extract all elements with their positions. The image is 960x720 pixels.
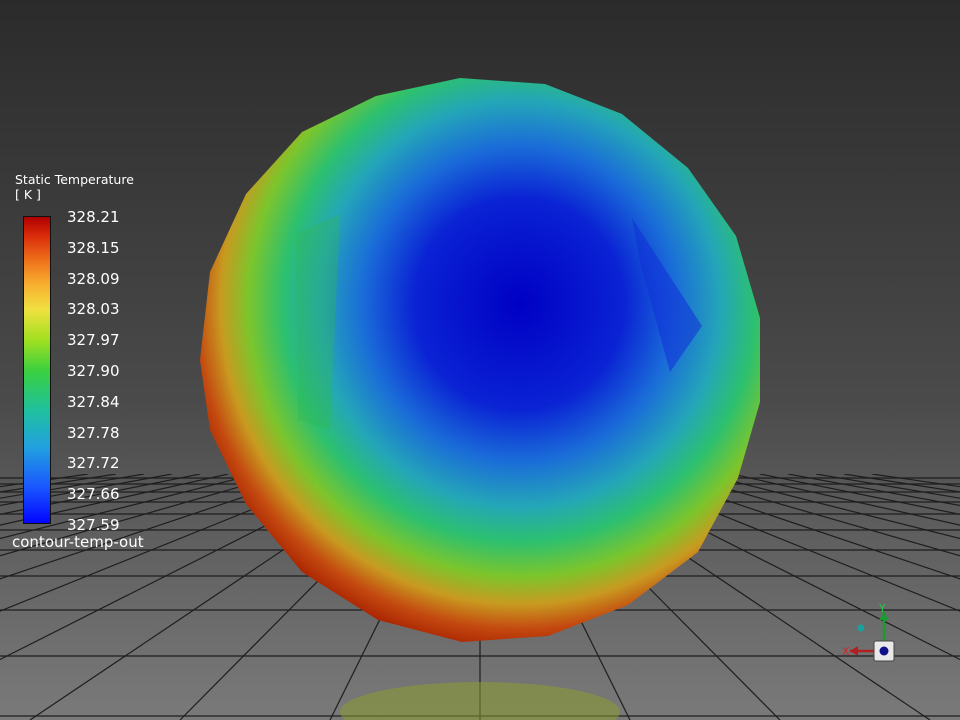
triad-y-label: Y [878, 602, 886, 615]
axis-triad-icon[interactable]: Y X [838, 602, 908, 672]
legend-units: [ K ] [15, 187, 41, 202]
legend-value: 328.15 [67, 238, 120, 257]
legend-value: 328.21 [67, 208, 120, 226]
triad-x-arrow [850, 646, 858, 656]
triad-origin [879, 646, 889, 656]
triad-x-label: X [842, 645, 850, 658]
legend-value: 327.78 [67, 423, 120, 442]
3d-viewport[interactable]: Static Temperature [ K ] 328.21 328.15 328… [0, 0, 960, 720]
legend-value: 327.90 [67, 362, 120, 380]
legend-value: 328.03 [67, 300, 120, 319]
legend-title: Static Temperature [ K ] [15, 172, 134, 202]
legend-value: 327.59 [67, 516, 120, 534]
legend-value: 327.72 [67, 454, 120, 473]
triad-z-dot [857, 624, 865, 632]
legend-caption: contour-temp-out [12, 533, 144, 551]
legend-colorbar [23, 216, 51, 524]
legend-value: 328.09 [67, 269, 120, 288]
legend-value: 327.66 [67, 485, 120, 504]
legend-value: 327.97 [67, 331, 120, 350]
legend-labels: 328.21 328.15 328.09 328.03 327.97 327.90 327.… [67, 208, 147, 538]
legend-quantity: Static Temperature [15, 172, 134, 187]
legend-value: 327.84 [67, 392, 120, 411]
